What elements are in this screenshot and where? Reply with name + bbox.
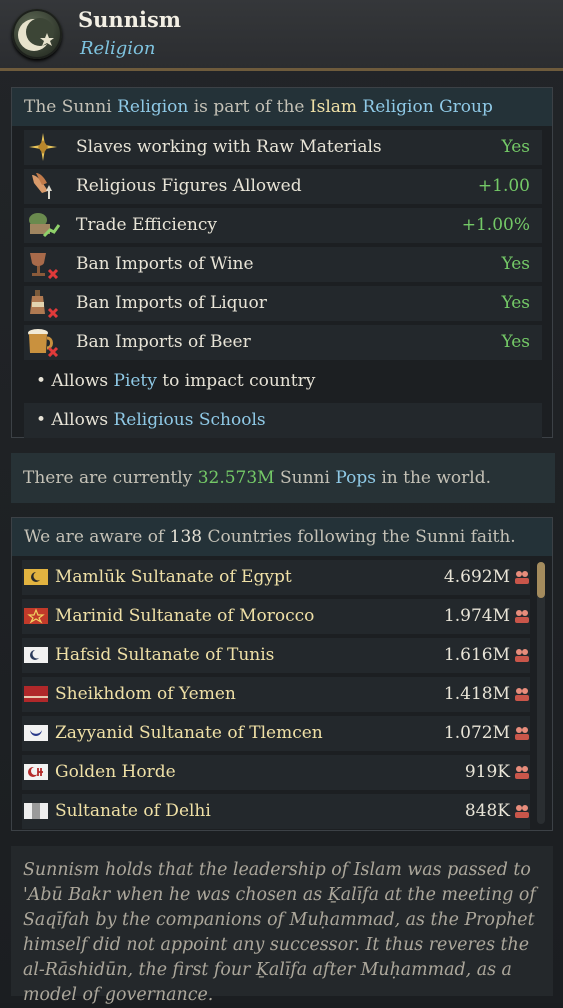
religion-group-name[interactable]: Islam [310,97,357,117]
scrollbar-thumb[interactable] [537,562,545,598]
countries-header: We are aware of 138 Countries following … [12,518,552,556]
allows-piety-line: • Allows Piety to impact country [36,371,316,391]
allows-schools-line: • Allows Religious Schools [24,403,542,438]
religion-panel: Sunnism Religion The Sunni Religion is p… [0,0,563,1005]
pop-people-icon [515,727,529,740]
pop-people-icon [515,766,529,779]
beer-ban-icon [28,329,59,357]
pop-people-icon [515,688,529,701]
country-row[interactable]: Hafsid Sultanate of Tunis 1.616M [22,638,530,673]
countries-scrollbar[interactable] [537,562,545,824]
modifier-row[interactable]: Ban Imports of Beer Yes [24,325,542,360]
trade-goods-icon [29,213,60,238]
flag-icon [24,569,48,585]
flag-icon [24,803,48,819]
flag-icon [24,686,48,702]
praying-hands-icon [32,173,52,199]
country-row[interactable]: Sheikhdom of Yemen 1.418M [22,677,530,712]
religion-link[interactable]: Religion [117,97,188,117]
compass-star-icon [29,133,57,161]
pop-people-icon [515,805,529,818]
lore-box: Sunnism holds that the leadership of Isl… [11,846,553,1005]
modifier-row[interactable]: Slaves working with Raw Materials Yes [24,130,542,165]
flag-icon [24,764,48,780]
pops-link[interactable]: Pops [335,468,376,488]
religion-group-line: The Sunni Religion is part of the Islam … [12,88,552,126]
modifiers-box: The Sunni Religion is part of the Islam … [11,87,553,438]
modifier-row[interactable]: Ban Imports of Liquor Yes [24,286,542,321]
country-row[interactable]: Zayyanid Sultanate of Tlemcen 1.072M [22,716,530,751]
modifier-row[interactable]: Ban Imports of Wine Yes [24,247,542,282]
piety-link[interactable]: Piety [114,371,157,391]
country-count: 138 [169,527,203,547]
country-row[interactable]: Golden Horde 919K [22,755,530,790]
modifier-row[interactable]: Trade Efficiency +1.00% [24,208,542,243]
country-row[interactable]: Sultanate of Delhi 848K [22,794,530,829]
world-pops-line: There are currently 32.573M Sunni Pops i… [11,453,555,503]
countries-box: We are aware of 138 Countries following … [11,517,553,831]
liquor-ban-icon [30,290,59,318]
crescent-star-icon [12,9,62,59]
religious-schools-link[interactable]: Religious Schools [114,410,266,430]
country-row[interactable]: Mamlūk Sultanate of Egypt 4.692M [22,560,530,595]
wine-ban-icon [30,253,59,279]
pops-count: 32.573M [197,468,275,488]
page-title: Sunnism [78,7,181,32]
pop-people-icon [515,649,529,662]
religion-group-link[interactable]: Religion Group [362,97,492,117]
flag-icon [24,647,48,663]
pop-people-icon [515,610,529,623]
flag-icon [24,608,48,624]
religion-type-link[interactable]: Religion [80,38,155,59]
religion-lore-text: Sunnism holds that the leadership of Isl… [23,860,536,1005]
country-row[interactable]: Marinid Sultanate of Morocco 1.974M [22,599,530,634]
modifier-row[interactable]: Religious Figures Allowed +1.00 [24,169,542,204]
panel-header: Sunnism Religion [0,0,563,71]
flag-icon [24,725,48,741]
pop-people-icon [515,571,529,584]
